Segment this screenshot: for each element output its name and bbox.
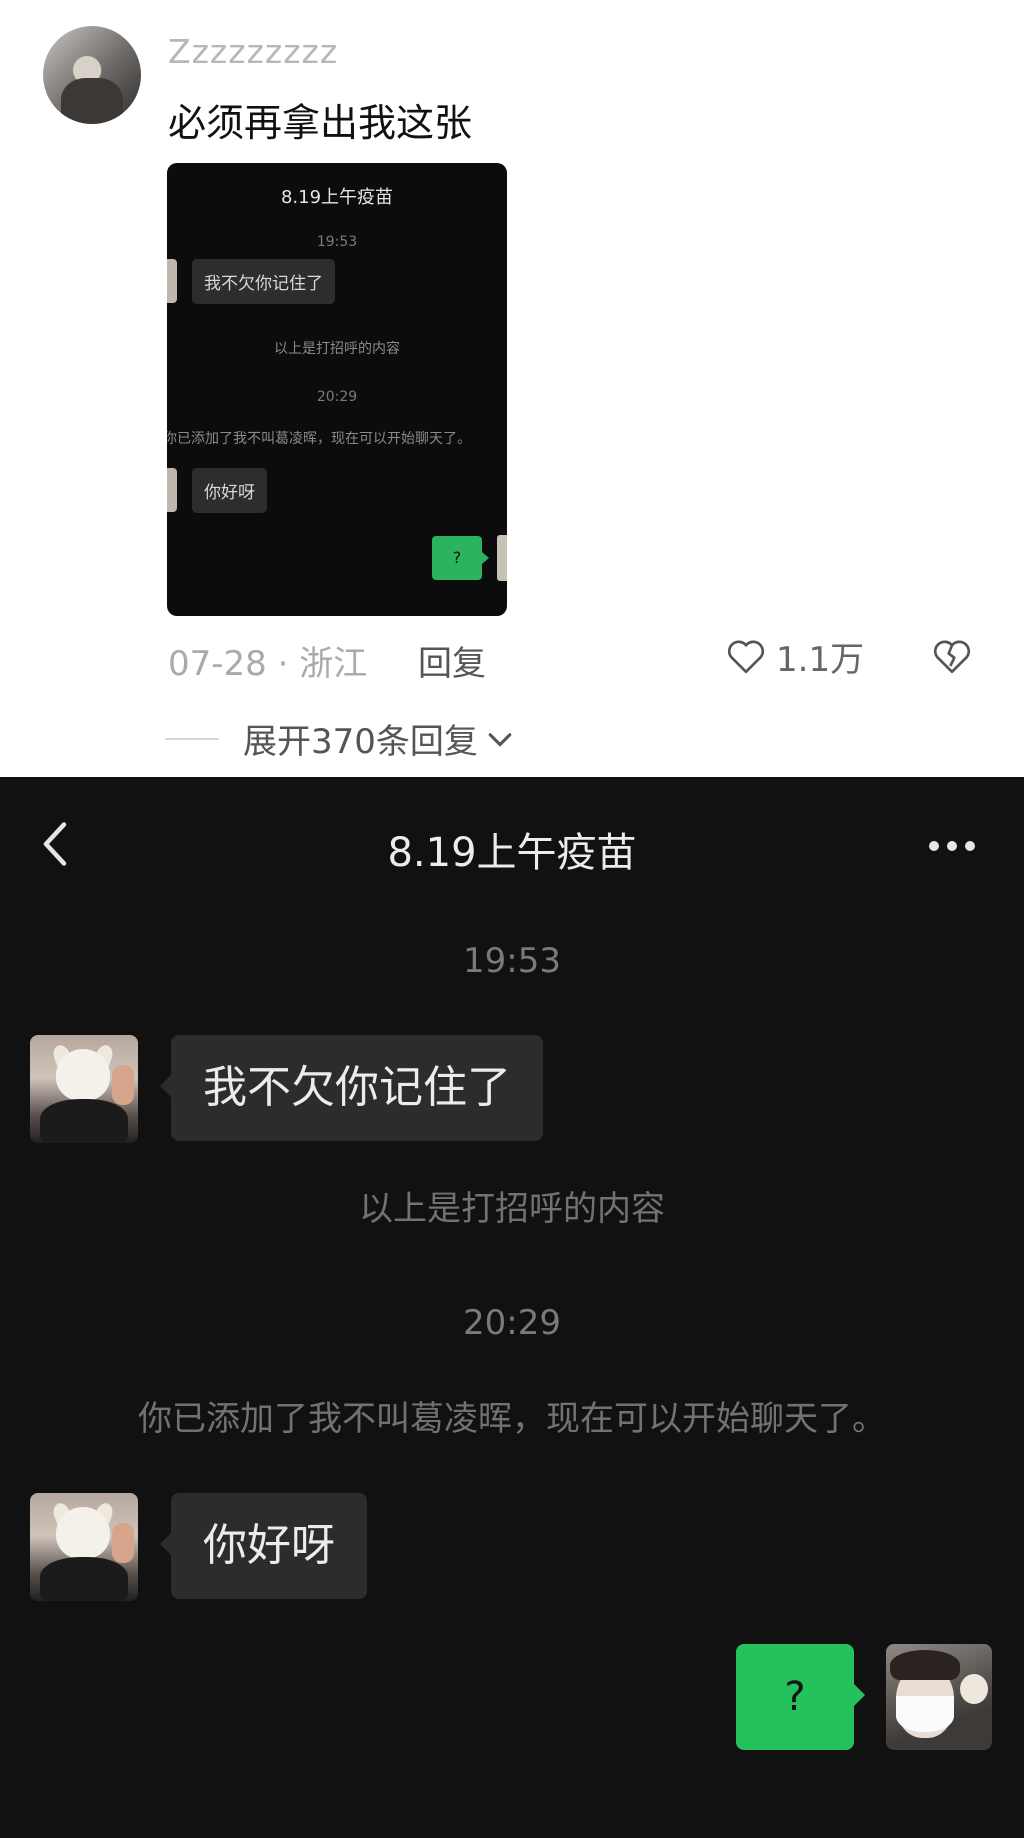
thumb-avatar: [167, 259, 177, 303]
expand-replies-label: 展开370条回复: [243, 722, 478, 762]
incoming-message[interactable]: 我不欠你记住了: [160, 1035, 543, 1141]
self-avatar[interactable]: [886, 1644, 992, 1750]
thumb-message: 我不欠你记住了: [192, 259, 335, 304]
thumb-timestamp: 20:29: [316, 389, 358, 405]
divider: [165, 737, 219, 740]
user-avatar[interactable]: [43, 26, 141, 124]
thumb-message: 你好呀: [192, 468, 267, 513]
chevron-down-icon: [488, 732, 512, 747]
comment-image[interactable]: 8.19上午疫苗 19:53 我不欠你记住了 以上是打招呼的内容 20:29 你…: [167, 163, 507, 616]
comment-text: 必须再拿出我这张: [168, 101, 473, 145]
thumb-avatar: [167, 468, 177, 512]
expand-replies[interactable]: 展开370条回复: [165, 714, 514, 763]
thumb-chat-title: 8.19上午疫苗: [280, 187, 394, 208]
chat-timestamp: 20:29: [463, 1303, 561, 1343]
thumb-system-message: 以上是打招呼的内容: [274, 341, 400, 357]
contact-avatar[interactable]: [30, 1035, 138, 1143]
system-message: 以上是打招呼的内容: [359, 1189, 665, 1229]
chat-title: 8.19上午疫苗: [387, 830, 637, 876]
thumb-reply-bubble: ?: [432, 536, 489, 580]
thumb-system-message: 你已添加了我不叫葛凌晖，现在可以开始聊天了。: [167, 431, 471, 447]
comment-card: Zzzzzzzzz 必须再拿出我这张 8.19上午疫苗 19:53 我不欠你记住…: [0, 0, 1024, 777]
heart-icon: [727, 640, 765, 674]
like-count: 1.1万: [776, 639, 865, 680]
comment-date-location: 07-28 · 浙江: [168, 644, 368, 684]
contact-avatar[interactable]: [30, 1493, 138, 1601]
reply-button[interactable]: 回复: [418, 636, 486, 685]
dislike-button[interactable]: [932, 637, 972, 679]
like-button[interactable]: 1.1万: [726, 632, 864, 680]
system-message: 你已添加了我不叫葛凌晖，现在可以开始聊天了。: [138, 1399, 886, 1439]
thumb-self-avatar: [497, 535, 507, 581]
username[interactable]: Zzzzzzzzz: [168, 32, 338, 71]
broken-heart-icon: [933, 640, 971, 674]
thumb-timestamp: 19:53: [316, 234, 358, 250]
more-icon[interactable]: [927, 838, 977, 857]
chat-screen: 8.19上午疫苗 19:53 我不欠你记住了 以上是打招呼的内容 20:29 你…: [0, 777, 1024, 1838]
outgoing-message[interactable]: ?: [736, 1644, 865, 1750]
chat-timestamp: 19:53: [463, 941, 561, 981]
incoming-message[interactable]: 你好呀: [160, 1493, 367, 1599]
